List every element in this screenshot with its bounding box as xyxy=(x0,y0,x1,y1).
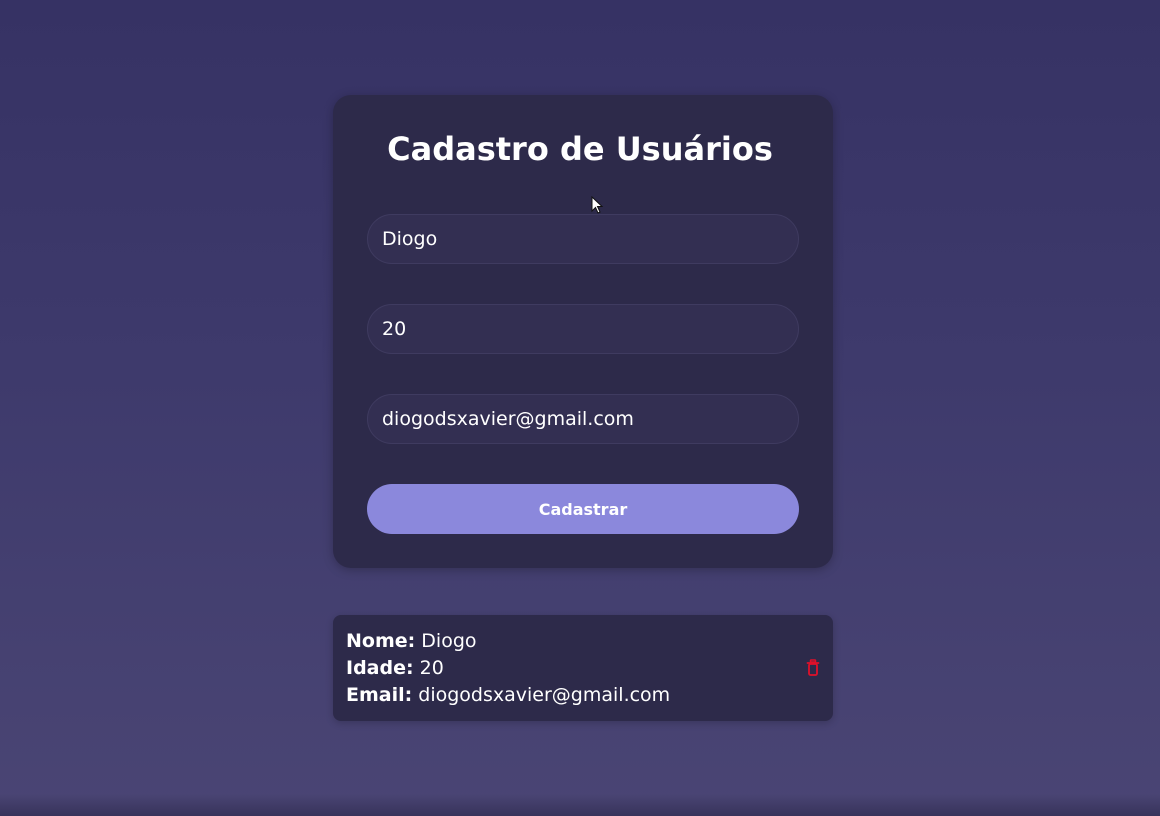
email-input[interactable] xyxy=(367,394,799,444)
mouse-cursor-icon xyxy=(591,196,604,214)
delete-user-button[interactable] xyxy=(805,659,821,677)
age-input[interactable] xyxy=(367,304,799,354)
name-input[interactable] xyxy=(367,214,799,264)
user-age-line: Idade: 20 xyxy=(346,655,820,682)
user-name-value: Diogo xyxy=(421,630,477,652)
user-email-label: Email: xyxy=(346,684,413,706)
page-title: Cadastro de Usuários xyxy=(387,130,773,168)
user-email-value: diogodsxavier@gmail.com xyxy=(418,684,671,706)
user-email-line: Email: diogodsxavier@gmail.com xyxy=(346,682,820,709)
user-age-label: Idade: xyxy=(346,657,414,679)
trash-icon xyxy=(806,659,820,676)
bottom-shadow xyxy=(0,794,1160,816)
register-button[interactable]: Cadastrar xyxy=(367,484,799,534)
user-name-line: Nome: Diogo xyxy=(346,628,820,655)
user-name-label: Nome: xyxy=(346,630,416,652)
user-age-value: 20 xyxy=(419,657,444,679)
user-card: Nome: Diogo Idade: 20 Email: diogodsxavi… xyxy=(333,615,833,721)
